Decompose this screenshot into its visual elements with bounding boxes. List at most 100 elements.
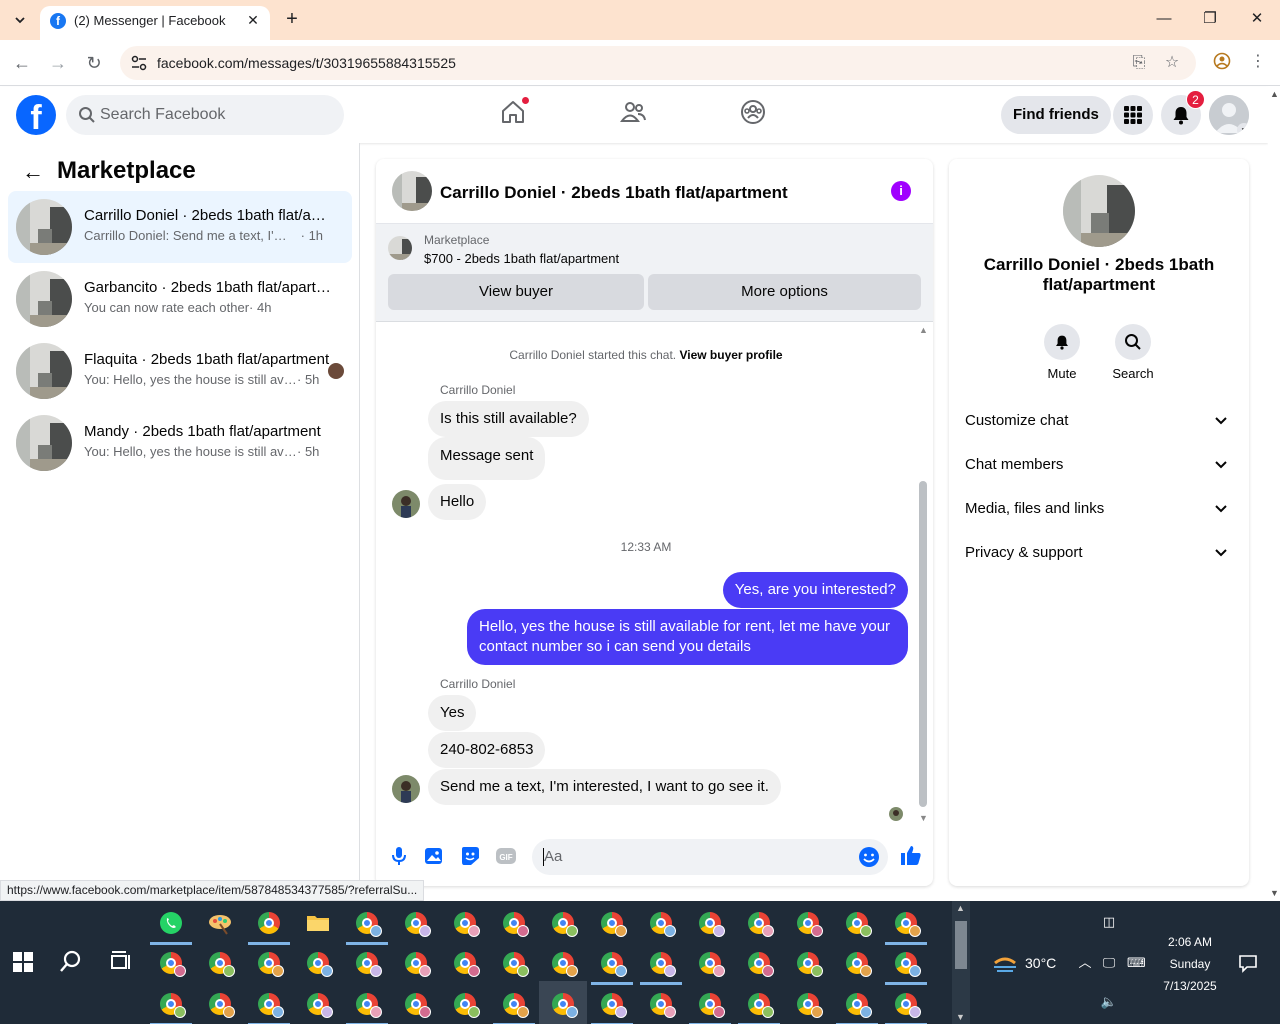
scrollbar-thumb[interactable] <box>919 481 927 807</box>
chrome-app-icon[interactable] <box>452 950 480 977</box>
conversation-item[interactable]: Mandy · 2beds 1bath flat/apartment You: … <box>8 407 352 479</box>
chrome-app-icon[interactable] <box>207 991 235 1018</box>
chrome-app-icon[interactable] <box>836 991 878 1024</box>
chrome-app-icon[interactable] <box>452 991 480 1018</box>
show-hidden-icons-chevron-icon[interactable]: ︿ <box>1076 954 1094 972</box>
sticker-icon[interactable] <box>459 845 481 867</box>
chrome-app-icon[interactable] <box>697 950 725 977</box>
gif-icon[interactable]: GIF <box>495 845 517 867</box>
chrome-app-icon[interactable] <box>493 991 535 1024</box>
close-tab-icon[interactable]: ✕ <box>244 11 262 29</box>
chrome-app-icon[interactable] <box>697 910 725 937</box>
chrome-app-icon[interactable] <box>158 950 186 977</box>
facebook-logo-icon[interactable]: f <box>16 95 56 135</box>
address-bar[interactable]: facebook.com/messages/t/3031965588431552… <box>120 46 1196 80</box>
message-input[interactable]: Aa <box>532 839 888 875</box>
whatsapp-app-icon[interactable] <box>150 910 192 945</box>
chrome-app-icon[interactable] <box>354 950 382 977</box>
chrome-app-icon[interactable] <box>550 910 578 937</box>
notification-center-icon[interactable] <box>1238 953 1258 973</box>
conversation-item[interactable]: Flaquita · 2beds 1bath flat/apartment Yo… <box>8 335 352 407</box>
chrome-app-icon[interactable] <box>248 991 290 1024</box>
chrome-app-icon[interactable] <box>885 991 927 1024</box>
minimize-button[interactable]: — <box>1152 8 1176 32</box>
chrome-app-icon[interactable] <box>746 910 774 937</box>
microphone-icon[interactable] <box>388 845 410 867</box>
scrollbar-thumb[interactable] <box>955 921 967 969</box>
chrome-app-icon[interactable] <box>403 991 431 1018</box>
chrome-app-icon[interactable] <box>599 910 627 937</box>
notifications-button[interactable]: 2 <box>1161 90 1205 135</box>
photo-icon[interactable] <box>423 845 445 867</box>
chat-members-section[interactable]: Chat members <box>949 443 1249 487</box>
account-avatar[interactable]: ▾ <box>1209 95 1249 135</box>
close-window-button[interactable]: ✕ <box>1245 8 1269 32</box>
chrome-app-icon[interactable] <box>738 991 780 1024</box>
chrome-app-icon[interactable] <box>795 991 823 1018</box>
chrome-app-icon[interactable] <box>550 950 578 977</box>
chrome-app-icon[interactable] <box>403 950 431 977</box>
search-in-chat-button[interactable]: Search <box>1098 324 1168 381</box>
emoji-icon[interactable] <box>858 846 880 868</box>
chrome-app-icon[interactable] <box>305 950 333 977</box>
windows-start-icon[interactable] <box>10 949 36 975</box>
chat-scrollbar[interactable]: ▲ ▼ <box>916 323 931 823</box>
listing-avatar[interactable] <box>392 171 432 211</box>
tab-search-button[interactable] <box>8 8 32 32</box>
chrome-app-icon[interactable] <box>150 991 192 1024</box>
network-icon[interactable]: 🖵 <box>1100 954 1118 972</box>
chrome-app-icon[interactable] <box>501 910 529 937</box>
chrome-app-icon[interactable] <box>885 910 927 945</box>
scroll-up-arrow-icon[interactable]: ▲ <box>919 325 928 335</box>
home-nav-icon[interactable] <box>500 96 530 127</box>
chrome-app-icon[interactable] <box>648 991 676 1018</box>
chrome-app-icon[interactable] <box>844 910 872 937</box>
browser-tab-messenger[interactable]: f (2) Messenger | Facebook ✕ <box>40 6 270 40</box>
view-buyer-profile-link[interactable]: View buyer profile <box>679 348 782 362</box>
conversation-item[interactable]: Carrillo Doniel · 2beds 1bath flat/apart… <box>8 191 352 263</box>
chrome-app-icon[interactable] <box>539 981 587 1024</box>
more-options-button[interactable]: More options <box>648 274 921 310</box>
customize-chat-section[interactable]: Customize chat <box>949 399 1249 443</box>
weather-icon[interactable] <box>992 949 1018 975</box>
paint-app-icon[interactable] <box>207 910 233 936</box>
new-tab-button[interactable]: + <box>280 8 304 32</box>
facebook-search-input[interactable]: Search Facebook <box>66 95 344 135</box>
chrome-app-icon[interactable] <box>305 991 333 1018</box>
scroll-down-arrow-icon[interactable]: ▼ <box>919 813 928 823</box>
chrome-app-icon[interactable] <box>591 991 633 1024</box>
listing-price-title[interactable]: $700 - 2beds 1bath flat/apartment <box>424 251 619 266</box>
site-settings-icon[interactable] <box>130 54 148 72</box>
conversation-item[interactable]: Garbancito · 2beds 1bath flat/apartment … <box>8 263 352 335</box>
privacy-support-section[interactable]: Privacy & support <box>949 531 1249 575</box>
back-button[interactable]: ← <box>9 50 35 76</box>
file-explorer-app-icon[interactable] <box>305 910 331 936</box>
back-arrow-icon[interactable]: ← <box>22 159 44 185</box>
scroll-up-arrow-icon[interactable]: ▲ <box>956 903 965 913</box>
view-buyer-button[interactable]: View buyer <box>388 274 644 310</box>
menu-grid-button[interactable] <box>1113 95 1153 135</box>
volume-icon[interactable]: 🔈 <box>1100 993 1118 1011</box>
chrome-app-icon[interactable] <box>746 950 774 977</box>
chrome-app-icon[interactable] <box>795 950 823 977</box>
taskbar-clock[interactable]: 2:06 AM Sunday 7/13/2025 <box>1150 931 1230 997</box>
forward-button[interactable]: → <box>45 50 71 76</box>
find-friends-button[interactable]: Find friends <box>1001 96 1111 134</box>
media-files-links-section[interactable]: Media, files and links <box>949 487 1249 531</box>
scroll-up-arrow-icon[interactable]: ▲ <box>1270 89 1279 99</box>
chrome-app-icon[interactable] <box>256 950 284 977</box>
chrome-app-icon[interactable] <box>640 950 682 985</box>
taskbar-scrollbar[interactable]: ▲ ▼ <box>952 901 970 1024</box>
chrome-app-icon[interactable] <box>346 991 388 1024</box>
chat-title[interactable]: Carrillo Doniel · 2beds 1bath flat/apart… <box>440 183 788 203</box>
info-icon[interactable]: i <box>891 181 911 201</box>
page-scrollbar[interactable]: ▲ ▼ <box>1268 87 1280 900</box>
scroll-down-arrow-icon[interactable]: ▼ <box>956 1012 965 1022</box>
chrome-app-icon[interactable] <box>346 910 388 945</box>
chrome-app-icon[interactable] <box>885 950 927 985</box>
chrome-app-icon[interactable] <box>207 950 235 977</box>
groups-nav-icon[interactable] <box>740 99 768 127</box>
chrome-app-icon[interactable] <box>648 910 676 937</box>
taskbar-search-icon[interactable] <box>58 949 84 975</box>
chrome-app-icon[interactable] <box>795 910 823 937</box>
